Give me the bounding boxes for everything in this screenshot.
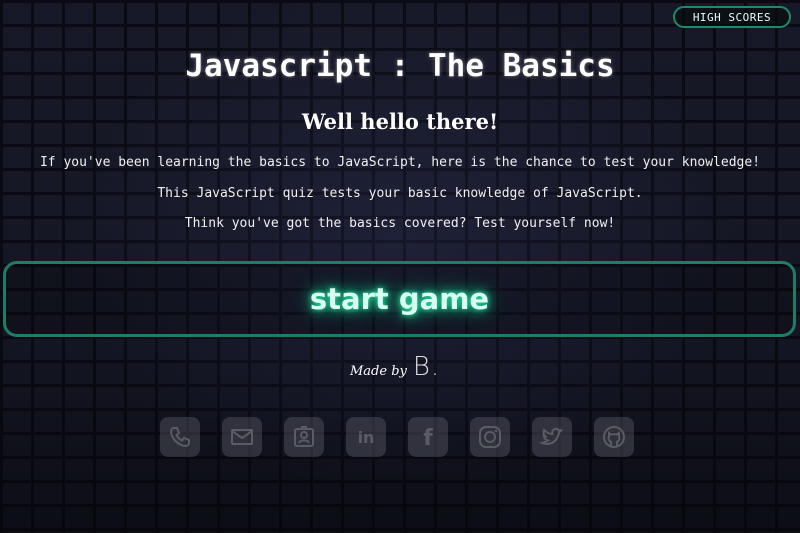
intro-line-2: This JavaScript quiz tests your basic kn… <box>157 186 643 201</box>
twitter-icon <box>539 427 563 445</box>
facebook-icon: f <box>423 426 433 450</box>
high-scores-button[interactable]: HIGH SCORES <box>673 6 791 28</box>
start-game-label: start game <box>309 282 490 316</box>
github-link[interactable] <box>594 417 634 457</box>
twitter-link[interactable] <box>532 417 572 457</box>
page-title: Javascript : The Basics <box>185 48 615 84</box>
author-logo[interactable]: B. <box>413 352 440 382</box>
intro-line-3: Think you've got the basics covered? Tes… <box>184 216 616 231</box>
made-by-credit: Made by B. <box>350 352 440 382</box>
phone-link[interactable] <box>160 417 200 457</box>
made-by-text: Made by <box>350 364 407 379</box>
mail-link[interactable] <box>222 417 262 457</box>
instagram-link[interactable] <box>470 417 510 457</box>
phone-icon <box>169 427 190 448</box>
svg-text:f: f <box>423 426 433 450</box>
instagram-icon <box>479 426 501 448</box>
social-links: in f <box>160 417 634 457</box>
mail-icon <box>231 429 253 445</box>
svg-text:in: in <box>358 428 375 447</box>
greeting-subtitle: Well hello there! <box>301 109 499 134</box>
linkedin-icon: in <box>358 428 375 447</box>
contact-card-link[interactable] <box>284 417 324 457</box>
facebook-link[interactable]: f <box>408 417 448 457</box>
start-game-button[interactable]: start game <box>3 261 796 337</box>
linkedin-link[interactable]: in <box>346 417 386 457</box>
contact-card-icon <box>294 426 314 447</box>
github-icon <box>603 426 625 448</box>
intro-line-1: If you've been learning the basics to Ja… <box>39 155 761 170</box>
